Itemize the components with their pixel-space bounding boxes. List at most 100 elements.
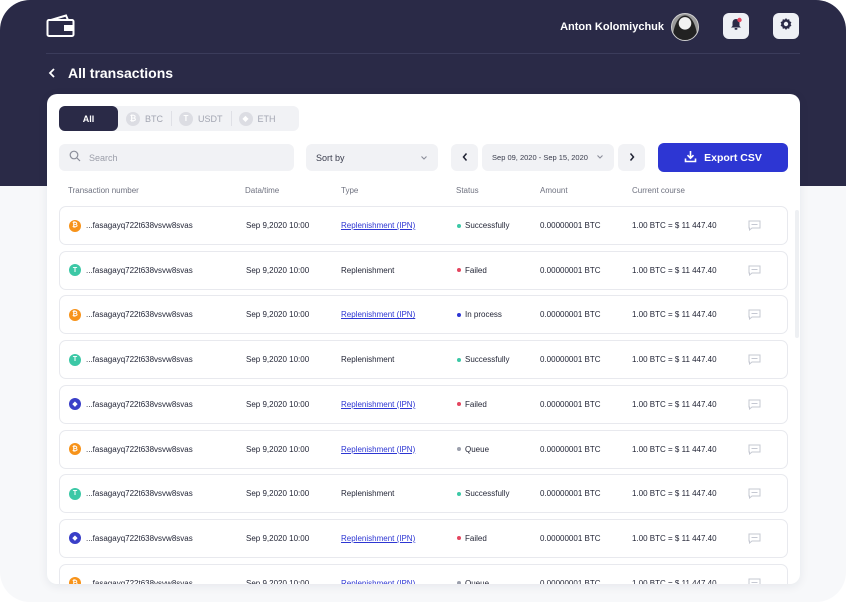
chevron-left-icon[interactable] [48,64,58,82]
tab-usdt[interactable]: T USDT [171,106,231,131]
chevron-down-icon [596,153,604,162]
comment-icon[interactable] [748,341,762,378]
tab-all[interactable]: All [59,106,118,131]
date-prev-button[interactable] [451,144,478,171]
search-box[interactable] [59,144,294,171]
column-header[interactable]: Data/time [245,186,279,195]
status-dot [457,447,461,451]
date-next-button[interactable] [618,144,645,171]
transaction-number[interactable]: ...fasagayq722t638vsvw8svas [86,565,193,584]
transaction-number[interactable]: ...fasagayq722t638vsvw8svas [86,386,193,423]
status-badge: Failed [457,386,487,423]
tab-btc[interactable]: ₿ BTC [118,106,171,131]
tab-label: USDT [198,113,223,124]
column-header[interactable]: Current course [632,186,685,195]
comment-icon[interactable] [748,565,762,584]
tab-label: All [82,113,95,124]
column-header[interactable]: Transaction number [68,186,139,195]
bitcoin-icon: ₿ [69,207,81,244]
transaction-amount: 0.00000001 BTC [540,444,601,454]
column-header[interactable]: Amount [540,186,568,195]
status-label: Successfully [465,221,510,230]
transaction-date: Sep 9,2020 10:00 [246,489,310,499]
table-row[interactable]: ₿ ...fasagayq722t638vsvw8svas Sep 9,2020… [59,295,788,335]
chevron-left-icon [461,149,469,167]
column-header[interactable]: Type [341,186,358,195]
comment-icon[interactable] [748,386,762,423]
status-label: Successfully [465,489,510,499]
notifications-button[interactable] [723,13,749,39]
transaction-type[interactable]: Replenishment (IPN) [341,565,415,584]
transaction-type[interactable]: Replenishment (IPN) [341,296,415,333]
transaction-number[interactable]: ...fasagayq722t638vsvw8svas [86,341,193,378]
current-course: 1.00 BTC = $ 11 447.40 [632,310,717,320]
download-icon [684,150,697,166]
wallet-logo-icon[interactable] [46,14,76,38]
table-row[interactable]: T ...fasagayq722t638vsvw8svas Sep 9,2020… [59,340,788,380]
table-row[interactable]: ₿ ...fasagayq722t638vsvw8svas Sep 9,2020… [59,563,788,584]
table-row[interactable]: ◆ ...fasagayq722t638vsvw8svas Sep 9,2020… [59,384,788,424]
sort-by-dropdown[interactable]: Sort by [306,144,438,171]
comment-icon[interactable] [748,431,762,468]
transaction-number[interactable]: ...fasagayq722t638vsvw8svas [86,475,193,512]
status-label: Failed [465,265,487,275]
table-header: Transaction number Data/time Type Status… [68,186,788,198]
transaction-amount: 0.00000001 BTC [540,310,601,320]
transaction-type[interactable]: Replenishment (IPN) [341,431,415,468]
scrollbar[interactable] [795,210,799,338]
comment-icon[interactable] [748,475,762,512]
transaction-number[interactable]: ...fasagayq722t638vsvw8svas [86,520,193,557]
transaction-amount: 0.00000001 BTC [540,489,601,499]
comment-icon[interactable] [748,252,762,289]
transaction-number[interactable]: ...fasagayq722t638vsvw8svas [86,431,193,468]
gear-icon [779,17,793,36]
status-badge: In process [457,296,502,333]
current-course: 1.00 BTC = $ 11 447.40 [632,221,717,230]
status-badge: Failed [457,252,487,289]
table-row[interactable]: ◆ ...fasagayq722t638vsvw8svas Sep 9,2020… [59,518,788,558]
tether-icon: T [69,341,81,378]
transactions-card: All ₿ BTC T USDT ◆ ETH Sort by [47,94,800,584]
status-badge: Failed [457,520,487,557]
user-name[interactable]: Anton Kolomiychuk [560,20,664,34]
transaction-date: Sep 9,2020 10:00 [246,355,310,365]
transaction-number[interactable]: ...fasagayq722t638vsvw8svas [86,207,193,244]
column-header[interactable]: Status [456,186,479,195]
status-label: Failed [465,399,487,409]
settings-button[interactable] [773,13,799,39]
search-input[interactable] [89,152,269,163]
transaction-type[interactable]: Replenishment (IPN) [341,207,415,244]
comment-icon[interactable] [748,296,762,333]
current-course: 1.00 BTC = $ 11 447.40 [632,265,717,275]
status-dot [457,536,461,541]
date-range-picker[interactable]: Sep 09, 2020 - Sep 15, 2020 [482,144,614,171]
transaction-number[interactable]: ...fasagayq722t638vsvw8svas [86,252,193,289]
status-badge: Queue [457,431,489,468]
app-frame: Anton Kolomiychuk All transactions All ₿… [0,0,846,602]
transaction-number[interactable]: ...fasagayq722t638vsvw8svas [86,296,193,333]
status-label: In process [465,310,502,320]
tab-eth[interactable]: ◆ ETH [230,106,284,131]
status-dot [457,491,461,496]
comment-icon[interactable] [748,520,762,557]
status-label: Queue [465,578,490,584]
transaction-date: Sep 9,2020 10:00 [246,310,310,320]
status-dot [457,223,461,228]
status-badge: Queue [457,565,489,584]
table-row[interactable]: T ...fasagayq722t638vsvw8svas Sep 9,2020… [59,250,788,290]
transaction-type[interactable]: Replenishment (IPN) [341,386,415,423]
transaction-type[interactable]: Replenishment (IPN) [341,520,415,557]
status-dot [457,268,461,273]
tether-icon: T [69,252,81,289]
ethereum-icon: ◆ [69,520,81,557]
export-csv-label: Export CSV [704,151,762,164]
table-row[interactable]: ₿ ...fasagayq722t638vsvw8svas Sep 9,2020… [59,429,788,469]
comment-icon[interactable] [748,207,762,244]
avatar[interactable] [671,13,699,41]
transaction-amount: 0.00000001 BTC [540,578,601,584]
tether-icon: T [179,111,193,126]
tab-label: BTC [145,113,163,124]
table-row[interactable]: ₿ ...fasagayq722t638vsvw8svas Sep 9,2020… [59,206,788,245]
table-row[interactable]: T ...fasagayq722t638vsvw8svas Sep 9,2020… [59,474,788,514]
export-csv-button[interactable]: Export CSV [658,143,788,172]
